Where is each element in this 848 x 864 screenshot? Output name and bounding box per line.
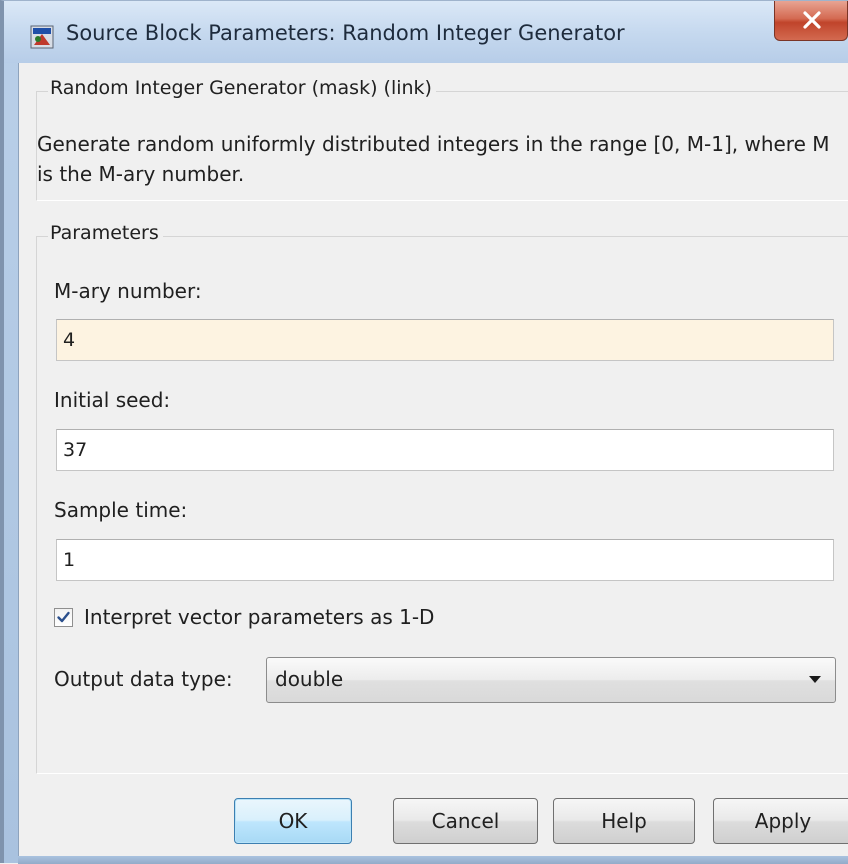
initial-seed-label: Initial seed: — [54, 388, 171, 412]
output-data-type-label: Output data type: — [54, 667, 233, 691]
mary-number-label: M-ary number: — [54, 279, 202, 303]
dialog-window: Source Block Parameters: Random Integer … — [0, 0, 848, 864]
close-button[interactable] — [774, 1, 848, 41]
ok-button[interactable]: OK — [234, 798, 352, 844]
output-data-type-value: double — [275, 667, 344, 691]
initial-seed-input[interactable] — [56, 429, 834, 471]
sample-time-input[interactable] — [56, 539, 834, 581]
window-title: Source Block Parameters: Random Integer … — [66, 21, 625, 45]
cancel-button[interactable]: Cancel — [393, 798, 538, 844]
chevron-down-icon — [809, 676, 821, 683]
description-group-title: Random Integer Generator (mask) (link) — [48, 77, 436, 99]
help-button[interactable]: Help — [553, 798, 695, 844]
interpret-vector-label[interactable]: Interpret vector parameters as 1-D — [84, 605, 434, 629]
interpret-vector-checkbox[interactable] — [54, 608, 73, 627]
mary-number-input[interactable] — [56, 319, 834, 361]
checkmark-icon — [57, 611, 70, 623]
block-description: Generate random uniformly distributed in… — [37, 132, 830, 186]
close-icon — [803, 11, 821, 29]
simulink-block-icon — [30, 25, 54, 49]
output-data-type-select[interactable]: double — [266, 657, 836, 703]
title-bar[interactable]: Source Block Parameters: Random Integer … — [4, 1, 848, 63]
sample-time-label: Sample time: — [54, 498, 188, 522]
parameters-group-title: Parameters — [48, 222, 163, 244]
apply-button[interactable]: Apply — [713, 798, 848, 844]
